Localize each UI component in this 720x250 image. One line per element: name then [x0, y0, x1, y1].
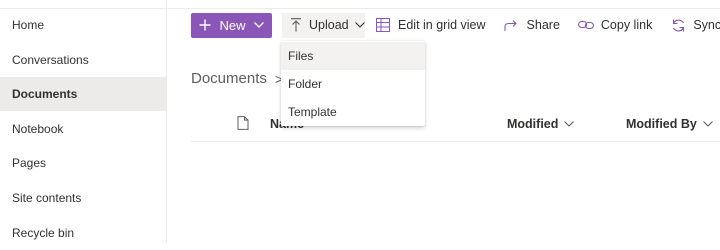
new-button-label: New: [219, 17, 246, 33]
chevron-down-icon: [702, 121, 713, 127]
nav-item-label: Home: [12, 18, 45, 32]
breadcrumb: Documents >: [191, 70, 283, 87]
nav-item-recycle-bin[interactable]: Recycle bin: [0, 216, 166, 250]
column-modified-label: Modified: [507, 117, 559, 131]
main-content: New Upload Edit in grid view Share Copy …: [167, 0, 720, 243]
nav-item-label: Documents: [12, 87, 78, 101]
column-modified-by-label: Modified By: [626, 117, 697, 131]
nav-item-notebook[interactable]: Notebook: [0, 112, 166, 146]
upload-menu: Files Folder Template: [281, 41, 425, 126]
copy-link-label: Copy link: [600, 18, 653, 32]
sync-icon: [670, 17, 686, 33]
share-icon: [504, 17, 520, 33]
chevron-down-icon: [354, 22, 365, 28]
share-button[interactable]: Share: [498, 13, 566, 38]
breadcrumb-documents[interactable]: Documents: [191, 70, 267, 87]
copy-link-button[interactable]: Copy link: [572, 13, 658, 38]
plus-icon: [199, 19, 211, 31]
nav-item-site-contents[interactable]: Site contents: [0, 181, 166, 215]
nav-item-label: Site contents: [12, 191, 82, 205]
nav-item-label: Pages: [12, 156, 47, 170]
upload-menu-item-files[interactable]: Files: [281, 42, 425, 70]
menu-item-label: Files: [288, 49, 314, 63]
nav-item-label: Recycle bin: [12, 226, 75, 240]
column-header-modified-by[interactable]: Modified By: [626, 117, 713, 131]
list-header: Name Modified Modified By: [191, 113, 720, 142]
share-button-label: Share: [526, 18, 560, 32]
main-top-divider: [167, 0, 720, 9]
nav-item-label: Notebook: [12, 122, 64, 136]
new-button[interactable]: New: [191, 12, 272, 38]
command-bar: New Upload Edit in grid view Share Copy …: [191, 12, 720, 38]
chevron-down-icon: [253, 22, 264, 28]
nav-item-label: Conversations: [12, 53, 89, 67]
link-icon: [577, 17, 594, 33]
nav-item-home[interactable]: Home: [0, 8, 166, 42]
upload-menu-item-template[interactable]: Template: [281, 98, 425, 126]
upload-button[interactable]: Upload: [282, 12, 365, 38]
left-navigation: Home Conversations Documents Notebook Pa…: [0, 0, 167, 243]
menu-item-label: Folder: [288, 77, 323, 91]
edit-in-grid-view-button[interactable]: Edit in grid view: [369, 13, 492, 38]
grid-icon: [375, 17, 391, 33]
edit-in-grid-view-label: Edit in grid view: [398, 18, 486, 32]
sync-button-label: Sync: [693, 18, 720, 32]
nav-item-pages[interactable]: Pages: [0, 146, 166, 180]
nav-item-documents[interactable]: Documents: [0, 77, 166, 111]
upload-menu-item-folder[interactable]: Folder: [281, 70, 425, 98]
nav-item-conversations[interactable]: Conversations: [0, 43, 166, 77]
upload-button-label: Upload: [309, 18, 349, 32]
menu-item-label: Template: [288, 105, 337, 119]
chevron-down-icon: [564, 121, 575, 127]
upload-arrow-icon: [290, 17, 302, 33]
column-header-modified[interactable]: Modified: [507, 117, 575, 131]
file-icon[interactable]: [237, 116, 249, 135]
sync-button[interactable]: Sync: [664, 13, 720, 38]
